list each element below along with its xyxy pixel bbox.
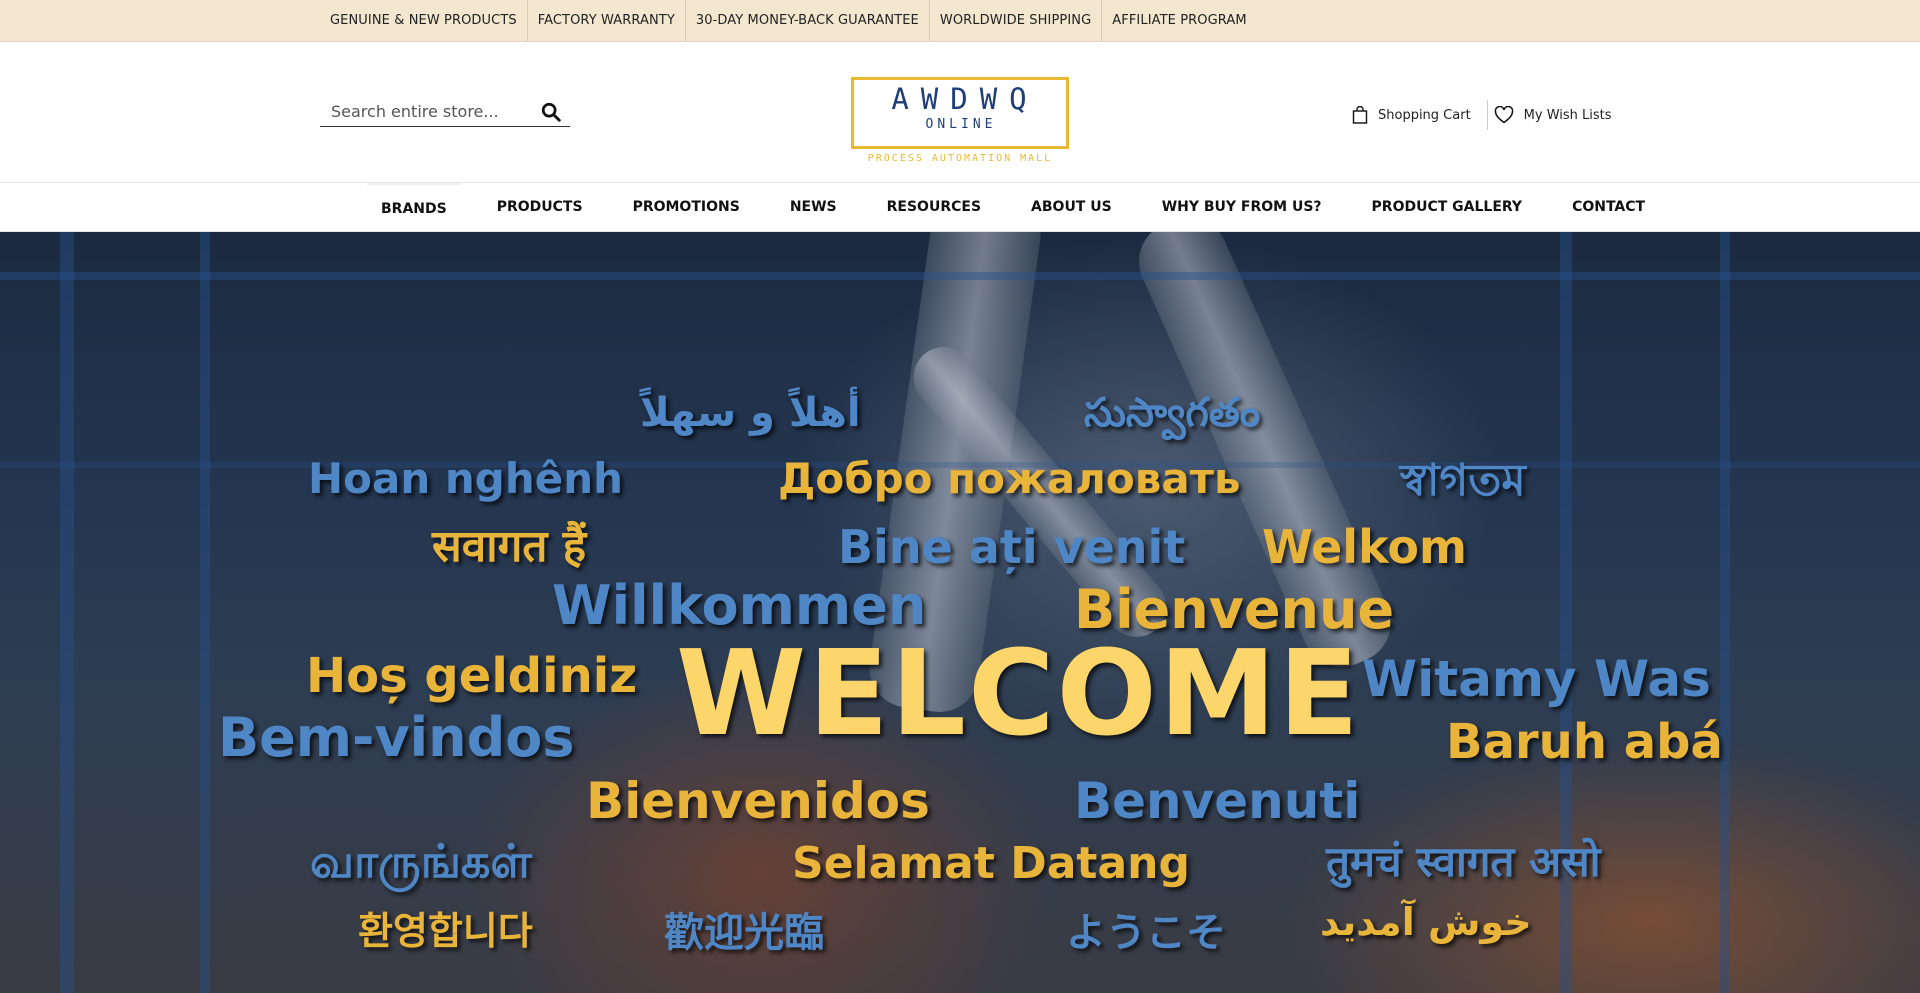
nav-news[interactable]: NEWS: [776, 183, 851, 231]
background-beam: [200, 232, 210, 993]
welcome-word-marathi: तुमचं स्वागत असो: [1326, 837, 1601, 886]
promo-factory-warranty[interactable]: FACTORY WARRANTY: [528, 0, 686, 41]
welcome-word-malay: Selamat Datang: [792, 838, 1190, 889]
logo-online: ONLINE: [925, 117, 997, 132]
nav-products[interactable]: PRODUCTS: [483, 183, 597, 231]
main-nav: BRANDS PRODUCTS PROMOTIONS NEWS RESOURCE…: [0, 182, 1920, 232]
shopping-cart-link[interactable]: Shopping Cart: [1344, 100, 1479, 130]
wish-list-link[interactable]: My Wish Lists: [1486, 100, 1620, 130]
welcome-word-japanese: ようこそ: [1066, 910, 1226, 956]
promo-bar: GENUINE & NEW PRODUCTS FACTORY WARRANTY …: [0, 0, 1920, 42]
welcome-word-vietnamese: Hoan nghênh: [308, 454, 624, 503]
welcome-word-italian: Benvenuti: [1074, 772, 1361, 830]
search-icon[interactable]: [540, 101, 562, 123]
site-header: AWDWQ ONLINE PROCESS AUTOMATION MALL Sho…: [0, 42, 1920, 182]
nav-resources[interactable]: RESOURCES: [873, 183, 995, 231]
background-beam: [60, 232, 74, 993]
search-box: [320, 97, 570, 127]
promo-money-back[interactable]: 30-DAY MONEY-BACK GUARANTEE: [686, 0, 930, 41]
welcome-word-afrikaans: Welkom: [1262, 520, 1467, 574]
header-links: Shopping Cart My Wish Lists: [1344, 100, 1620, 130]
promo-affiliate-program[interactable]: AFFILIATE PROGRAM: [1102, 0, 1256, 41]
welcome-word-telugu: సుస్వాగతం: [1084, 390, 1261, 436]
welcome-word-arabic: أهلاً و سهلاً: [640, 390, 861, 436]
promo-worldwide-shipping[interactable]: WORLDWIDE SHIPPING: [930, 0, 1103, 41]
welcome-word-spanish: Bienvenidos: [586, 772, 930, 830]
heart-icon: [1494, 106, 1513, 124]
welcome-word-bengali: স্বাগতম: [1400, 455, 1526, 506]
background-beam: [0, 272, 1920, 280]
welcome-headline: WELCOME: [676, 624, 1361, 762]
welcome-word-romanian: Bine ați venit: [838, 520, 1186, 574]
welcome-word-portuguese: Bem-vindos: [218, 706, 575, 769]
welcome-word-turkish: Hoș geldiniz: [306, 648, 638, 704]
logo-tagline: PROCESS AUTOMATION MALL: [867, 153, 1053, 164]
welcome-word-hebrew: Baruh abá: [1446, 714, 1723, 770]
promo-list: GENUINE & NEW PRODUCTS FACTORY WARRANTY …: [320, 0, 1257, 41]
welcome-word-polish: Witamy Was: [1362, 650, 1711, 708]
nav-promotions[interactable]: PROMOTIONS: [619, 183, 754, 231]
nav-brands[interactable]: BRANDS: [367, 183, 461, 231]
welcome-word-chinese: 歡迎光臨: [664, 910, 824, 956]
nav-product-gallery[interactable]: PRODUCT GALLERY: [1358, 183, 1537, 231]
main-nav-list: BRANDS PRODUCTS PROMOTIONS NEWS RESOURCE…: [367, 183, 1681, 231]
welcome-word-russian: Добро пожаловать: [778, 454, 1241, 503]
nav-about-us[interactable]: ABOUT US: [1017, 183, 1126, 231]
welcome-word-hindi: सवागत हैं: [432, 521, 587, 572]
promo-genuine-products[interactable]: GENUINE & NEW PRODUCTS: [320, 0, 528, 41]
nav-contact[interactable]: CONTACT: [1558, 183, 1659, 231]
nav-why-buy[interactable]: WHY BUY FROM US?: [1148, 183, 1336, 231]
wish-list-label: My Wish Lists: [1523, 107, 1612, 123]
shopping-bag-icon: [1352, 106, 1368, 124]
welcome-word-persian: خوش آمدید: [1320, 900, 1532, 944]
hero-banner[interactable]: أهلاً و سهلاً సుస్వాగతం Hoan nghênh Добр…: [0, 232, 1920, 993]
background-beam: [1720, 232, 1730, 993]
search-input[interactable]: [320, 97, 530, 125]
shopping-cart-label: Shopping Cart: [1378, 107, 1471, 123]
site-logo[interactable]: AWDWQ ONLINE PROCESS AUTOMATION MALL: [850, 76, 1070, 172]
welcome-word-korean: 환영합니다: [358, 909, 533, 953]
logo-wordmark: AWDWQ: [891, 82, 1039, 116]
welcome-word-tamil: வாருங்கள்: [310, 834, 532, 888]
